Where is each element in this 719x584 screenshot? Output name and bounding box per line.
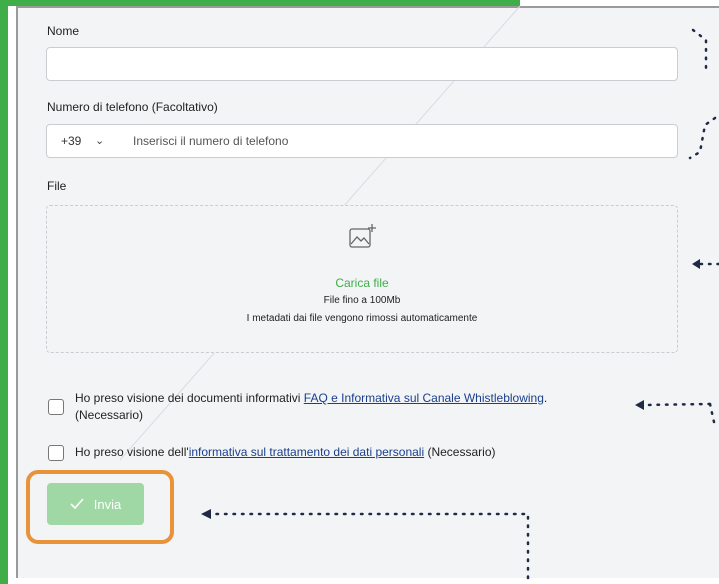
submit-arrowhead — [201, 509, 211, 519]
consent-annotation-tail — [708, 402, 716, 424]
dropzone-arrowhead — [692, 259, 700, 269]
phone-annotation-arrow — [688, 116, 717, 160]
consent-arrowhead — [635, 400, 644, 410]
annotation-arrows — [201, 28, 719, 580]
name-annotation-arrow — [691, 28, 708, 72]
consent-annotation-arrow — [643, 402, 712, 407]
submit-annotation-arrow — [210, 512, 530, 580]
